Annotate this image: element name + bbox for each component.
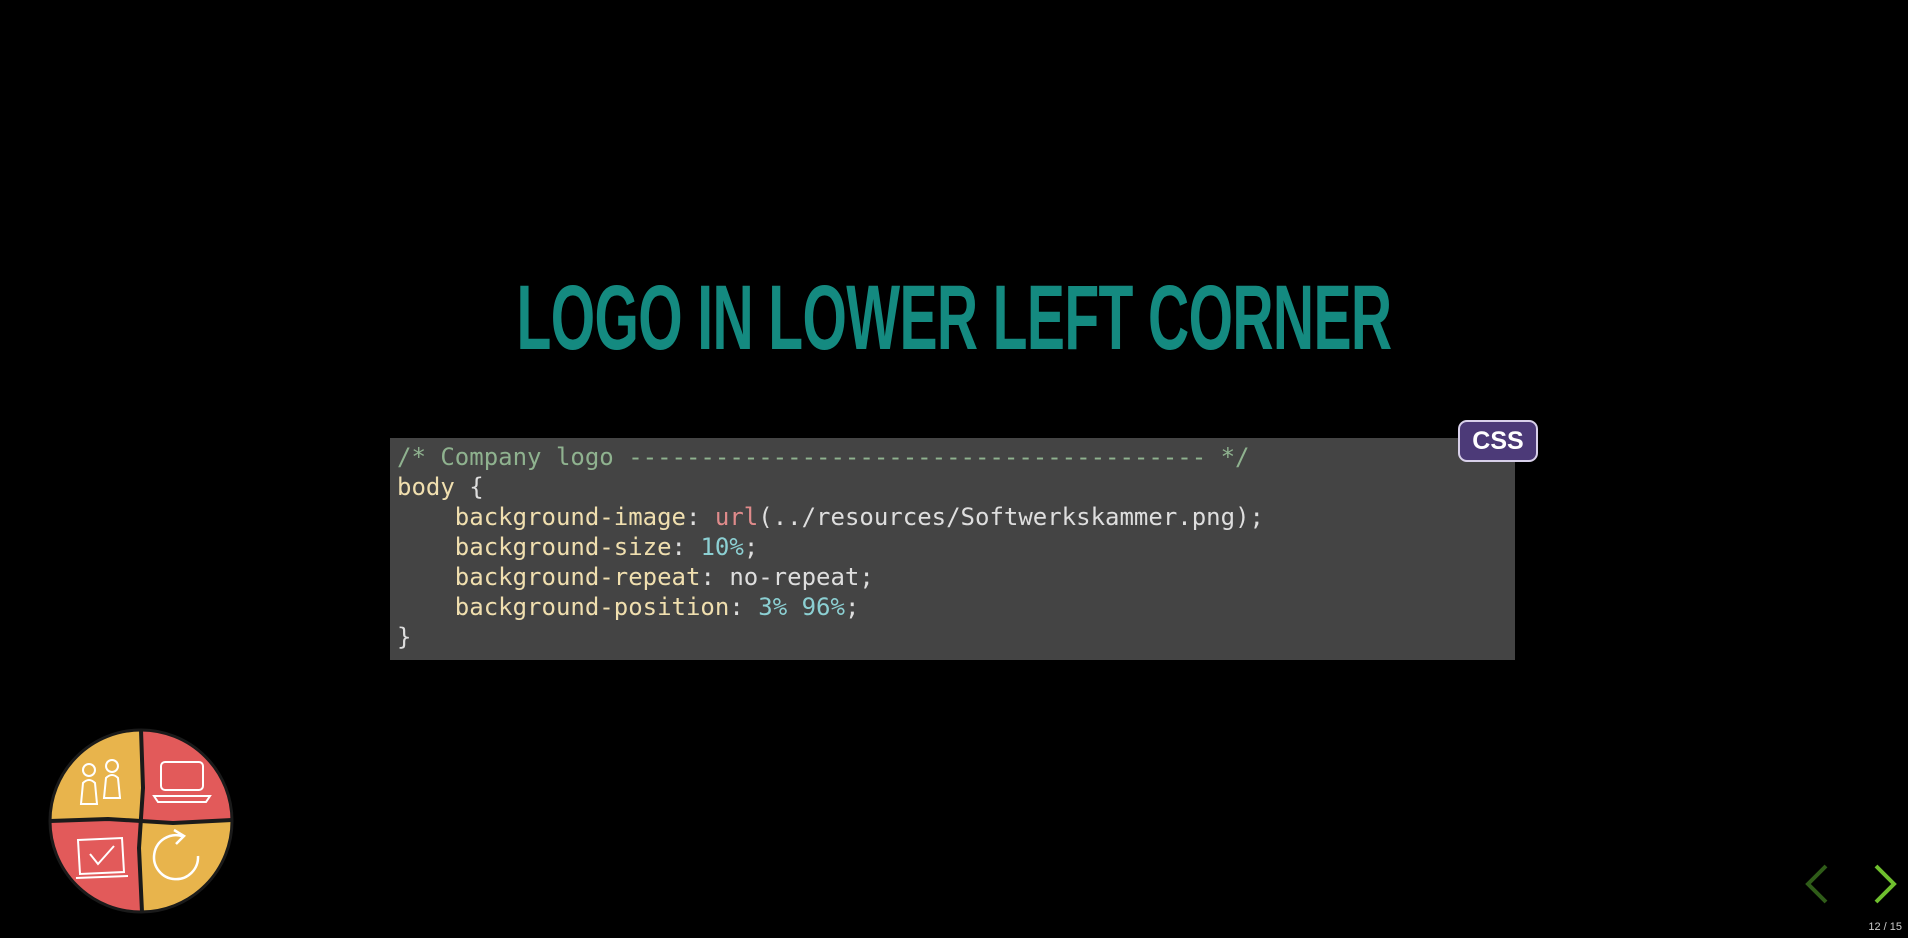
code-brace-close: } (397, 623, 412, 651)
slide-counter: 12 / 15 (1868, 921, 1902, 933)
code-colon: : (671, 533, 701, 561)
code-semicolon: ; (743, 533, 759, 561)
code-colon: : (685, 503, 715, 531)
chevron-right-icon[interactable] (1868, 862, 1902, 906)
language-badge: CSS (1458, 420, 1538, 462)
code-url-function: url (714, 503, 759, 531)
code-url-argument: (../resources/Softwerkskammer.png); (758, 503, 1264, 531)
code-colon: : (729, 593, 759, 621)
slide-title: LOGO IN LOWER LEFT CORNER (516, 267, 1393, 369)
code-semicolon: ; (844, 593, 860, 621)
code-content: /* Company logo ------------------------… (390, 438, 1515, 652)
code-number: 3% 96% (758, 593, 845, 621)
chevron-left-icon[interactable] (1800, 862, 1834, 906)
code-property: background-image (454, 503, 686, 531)
code-value: : no-repeat; (700, 563, 874, 591)
code-selector: body (397, 473, 455, 501)
code-number: 10% (700, 533, 744, 561)
code-brace-open: { (454, 473, 484, 501)
code-property: background-position (454, 593, 730, 621)
code-property: background-repeat (454, 563, 701, 591)
code-block: /* Company logo ------------------------… (390, 438, 1515, 660)
code-comment: /* Company logo ------------------------… (397, 443, 1250, 471)
softwerkskammer-logo (48, 728, 234, 914)
slide: LOGO IN LOWER LEFT CORNER /* Company log… (0, 0, 1908, 938)
code-property: background-size (454, 533, 672, 561)
